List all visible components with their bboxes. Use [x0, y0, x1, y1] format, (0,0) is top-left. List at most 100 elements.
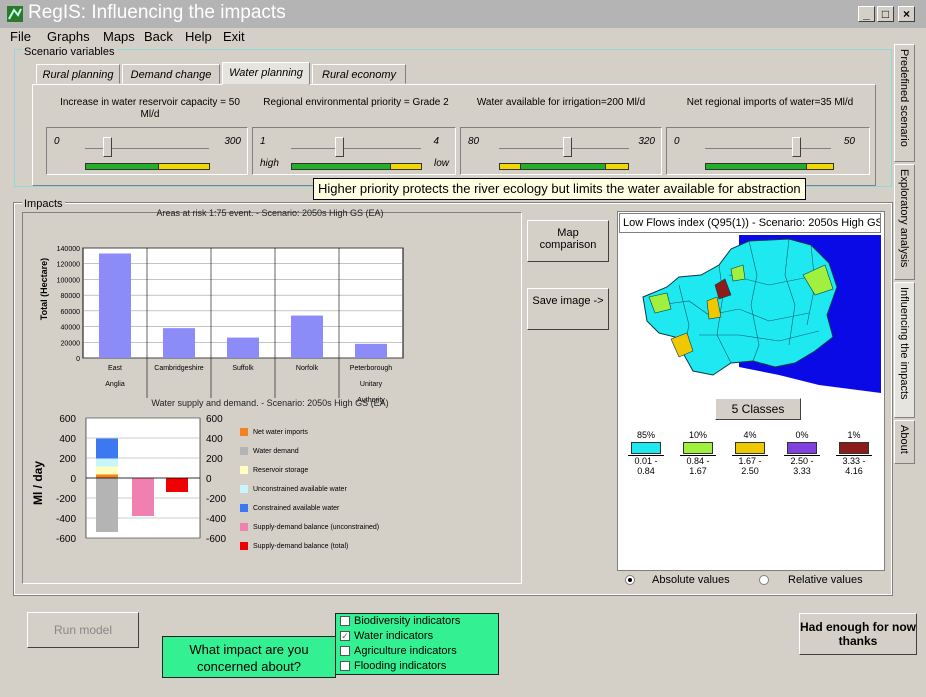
map-legend-percent: 1%	[847, 430, 861, 440]
indicator-checkbox[interactable]	[340, 661, 350, 672]
chart1-bar	[99, 253, 131, 358]
tab-demand-change[interactable]: Demand change	[122, 64, 220, 84]
map-legend-percent: 10%	[688, 430, 707, 440]
chart2-legend-swatch	[240, 504, 248, 513]
map-comparison-button[interactable]: Map comparison	[527, 220, 609, 262]
chart2-legend-label: Net water imports	[253, 429, 308, 436]
save-image-button[interactable]: Save image ->	[527, 288, 609, 330]
tab-rural-economy[interactable]: Rural economy	[312, 64, 406, 84]
map-legend-swatch	[787, 442, 817, 454]
chart1-category-label: Anglia	[105, 381, 125, 388]
done-button[interactable]: Had enough for now thanks	[799, 613, 917, 655]
chart2-legend-item: Supply-demand balance (total)	[240, 542, 348, 554]
chart1-title: Areas at risk 1:75 event. - Scenario: 20…	[156, 208, 384, 218]
indicator-row[interactable]: Biodiversity indicators	[340, 615, 460, 629]
map-title: Low Flows index (Q95(1)) - Scenario: 205…	[619, 213, 881, 233]
chart1-bar	[355, 343, 387, 358]
chart2-ytick-right: 400	[206, 434, 223, 445]
map-legend-range: 1.67 - 2.50	[732, 455, 768, 476]
variable-label-env-priority: Regional environmental priority = Grade …	[263, 97, 449, 108]
chart2-legend-label: Reservoir storage	[253, 467, 309, 474]
chart2-legend-swatch	[240, 447, 248, 456]
indicator-checkbox[interactable]: ✓	[340, 631, 350, 642]
indicator-checkbox[interactable]	[340, 646, 350, 657]
chart2-legend-item: Constrained available water	[240, 504, 339, 516]
variable-label-irrigation: Water available for irrigation=200 Ml/d	[476, 97, 646, 108]
irrigation-slider-box: 80 320	[460, 127, 662, 175]
indicator-label: Flooding indicators	[354, 660, 447, 672]
chart1-category-label: Suffolk	[232, 365, 254, 372]
map-legend-item: 85% 0.01 - 0.84	[628, 430, 664, 476]
map-legend-item: 4% 1.67 - 2.50	[732, 430, 768, 476]
chart2-ytick-left: 200	[59, 454, 76, 465]
indicator-checkbox[interactable]	[340, 616, 350, 627]
menu-help[interactable]: Help	[185, 29, 212, 44]
chart2-legend-swatch	[240, 466, 248, 475]
imports-slider-thumb[interactable]	[792, 137, 801, 157]
chart2-ytick-right: -600	[206, 534, 226, 545]
menu-exit[interactable]: Exit	[223, 29, 245, 44]
chart2-bar-water-demand	[96, 478, 118, 532]
chart2-svg: 600 600 400 400 200 200 0 0 -200 -200 -400 -400 -600…	[56, 414, 226, 545]
chart2-legend-label: Supply-demand balance (unconstrained)	[253, 524, 380, 531]
menu-graphs[interactable]: Graphs	[47, 29, 90, 44]
menu-file[interactable]: File	[10, 29, 31, 44]
chart2-ytick-left: -400	[56, 514, 76, 525]
chart2-ytick-right: 0	[206, 474, 212, 485]
env-priority-slider-thumb[interactable]	[335, 137, 344, 157]
chart2-ytick-right: -400	[206, 514, 226, 525]
indicator-row[interactable]: Agriculture indicators	[340, 645, 457, 659]
chart2-legend-item: Reservoir storage	[240, 466, 308, 478]
radio-relative[interactable]	[759, 575, 769, 585]
radio-absolute-label: Absolute values	[652, 574, 730, 586]
title-bar: RegIS: Influencing the impacts _ □ ×	[0, 0, 926, 28]
chart2-legend-item: Unconstrained available water	[240, 485, 347, 497]
minimize-button[interactable]: _	[858, 6, 875, 22]
indicator-row[interactable]: ✓ Water indicators	[340, 630, 433, 644]
low-flows-map	[619, 235, 881, 393]
map-legend-range: 2.50 - 3.33	[784, 455, 820, 476]
menu-maps[interactable]: Maps	[103, 29, 135, 44]
map-legend-item: 10% 0.84 - 1.67	[680, 430, 716, 476]
chart2-legend-label: Water demand	[253, 448, 299, 455]
chart2-ytick-left: -600	[56, 534, 76, 545]
irrigation-slider-thumb[interactable]	[563, 137, 572, 157]
radio-absolute[interactable]	[625, 575, 635, 585]
chart2-ytick-left: -200	[56, 494, 76, 505]
chart2-ytick-right: 200	[206, 454, 223, 465]
chart2-bar-net-water-imports	[96, 474, 118, 478]
chart1-ytick-label: 100000	[57, 277, 80, 284]
chart2-legend-label: Constrained available water	[253, 505, 340, 512]
slider-tooltip: Higher priority protects the river ecolo…	[313, 178, 806, 200]
classes-button[interactable]: 5 Classes	[715, 398, 801, 420]
chart2-bar-unconstrained-available-water	[96, 458, 118, 467]
tab-influencing-impacts[interactable]: Influencing the impacts	[894, 282, 915, 418]
chart2-legend-swatch	[240, 485, 248, 494]
chart2-legend-label: Supply-demand balance (total)	[253, 543, 349, 550]
tab-rural-planning[interactable]: Rural planning	[36, 64, 120, 84]
indicator-row[interactable]: Flooding indicators	[340, 660, 446, 674]
chart2-legend-label: Unconstrained available water	[253, 486, 347, 493]
maximize-button[interactable]: □	[877, 6, 894, 22]
chart2-title: Water supply and demand. - Scenario: 205…	[151, 398, 389, 408]
impact-question: What impact are you concerned about?	[162, 636, 336, 678]
menu-back[interactable]: Back	[144, 29, 173, 44]
app-icon	[7, 6, 23, 22]
reservoir-slider-thumb[interactable]	[103, 137, 112, 157]
chart1-bar	[291, 315, 323, 358]
run-model-button[interactable]: Run model	[27, 612, 139, 648]
chart2-legend-swatch	[240, 428, 248, 437]
tab-water-planning[interactable]: Water planning	[222, 62, 310, 85]
chart2-legend-item: Net water imports	[240, 428, 308, 440]
tab-predefined-scenario[interactable]: Predefined scenario	[894, 44, 915, 162]
map-legend-range: 3.33 - 4.16	[836, 455, 872, 476]
indicator-label: Agriculture indicators	[354, 645, 457, 657]
tab-exploratory-analysis[interactable]: Exploratory analysis	[894, 164, 915, 280]
tab-about[interactable]: About	[894, 420, 915, 464]
chart2-bar-balance-total	[166, 478, 188, 492]
map-legend-percent: 0%	[795, 430, 809, 440]
indicator-label: Water indicators	[354, 630, 434, 642]
chart2-legend-swatch	[240, 523, 248, 532]
close-button[interactable]: ×	[898, 6, 915, 22]
chart2-ytick-left: 400	[59, 434, 76, 445]
